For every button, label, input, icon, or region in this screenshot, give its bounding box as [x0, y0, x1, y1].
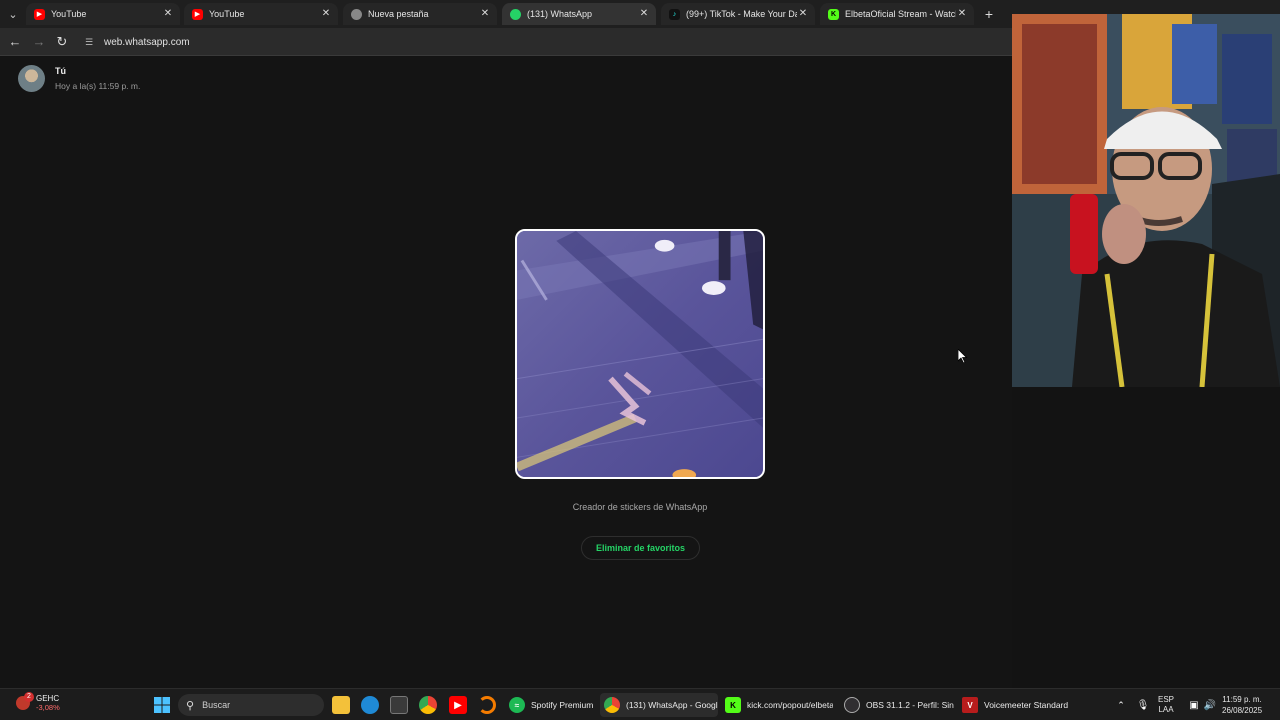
tab-new-tab[interactable]: Nueva pestaña ✕	[343, 3, 497, 25]
sender-name: Tú	[55, 66, 66, 76]
tab-search-chevron-icon[interactable]: ⌄	[4, 5, 22, 23]
close-icon[interactable]: ✕	[162, 8, 174, 20]
tab-title: ElbetaOficial Stream - Watch Li	[845, 9, 956, 19]
notification-badge: 2	[24, 692, 34, 702]
file-explorer-icon[interactable]	[332, 696, 350, 714]
microphone-icon[interactable]: 🎙	[1134, 696, 1152, 714]
app-label: OBS 31.1.2 - Perfil: Sin Tí	[866, 700, 954, 710]
obs-icon	[844, 697, 860, 713]
kick-icon: K	[725, 697, 741, 713]
search-placeholder: Buscar	[202, 700, 231, 710]
volume-icon[interactable]: 🔊	[1201, 696, 1219, 714]
tab-title: (99+) TikTok - Make Your Day	[686, 9, 797, 19]
windows-taskbar: 2 GEHC -3,08% ⚲ Buscar ▶ ≈ Spotify Premi…	[0, 688, 1280, 720]
search-icon: ⚲	[186, 699, 195, 712]
webcam-overlay	[1012, 14, 1280, 387]
taskbar-app-voicemeeter[interactable]: V Voicemeeter Standard	[958, 693, 1070, 717]
taskbar-app-chrome-whatsapp[interactable]: (131) WhatsApp - Googl	[600, 693, 718, 717]
stock-ticker: GEHC	[36, 694, 60, 703]
screen: ⌄ ▶ YouTube ✕ ▶ YouTube ✕ Nueva pestaña …	[0, 0, 1280, 720]
app-label: Spotify Premium	[531, 700, 594, 710]
mouse-cursor-icon	[958, 349, 968, 363]
url-text: web.whatsapp.com	[104, 36, 190, 48]
taskbar-app-kick[interactable]: K kick.com/popout/elbeta	[721, 693, 833, 717]
close-icon[interactable]: ✕	[479, 8, 491, 20]
avatar[interactable]	[18, 65, 45, 92]
message-timestamp: Hoy a la(s) 11:59 p. m.	[55, 81, 141, 91]
tab-tiktok[interactable]: ♪ (99+) TikTok - Make Your Day ✕	[661, 3, 815, 25]
youtube-icon[interactable]: ▶	[449, 696, 467, 714]
app-label: kick.com/popout/elbeta	[747, 700, 833, 710]
youtube-icon: ▶	[192, 8, 203, 20]
tab-whatsapp[interactable]: (131) WhatsApp ✕	[502, 3, 656, 25]
whatsapp-media-viewer: Tú Hoy a la(s) 11:59 p. m. Creador de st…	[0, 57, 1012, 688]
stock-change: -3,08%	[36, 703, 60, 712]
sticker-caption: Creador de stickers de WhatsApp	[572, 502, 708, 512]
sticker-picture	[517, 231, 763, 477]
taskbar-app-obs[interactable]: OBS 31.1.2 - Perfil: Sin Tí	[840, 693, 954, 717]
remove-favorite-button[interactable]: Eliminar de favoritos	[581, 536, 700, 560]
clock-time: 11:59 p. m.	[1222, 695, 1262, 704]
address-bar[interactable]: ☰ web.whatsapp.com	[82, 32, 982, 52]
app-label: (131) WhatsApp - Googl	[626, 700, 718, 710]
clock-date: 26/08/2025	[1222, 706, 1263, 715]
sticker-image	[515, 229, 765, 479]
keyboard-layout: LAA	[1158, 705, 1174, 714]
forward-arrow-icon[interactable]: →	[30, 33, 48, 51]
chrome-icon	[604, 697, 620, 713]
edge-icon[interactable]	[361, 696, 379, 714]
tab-youtube-1[interactable]: ▶ YouTube ✕	[26, 3, 180, 25]
close-icon[interactable]: ✕	[638, 8, 650, 20]
close-icon[interactable]: ✕	[797, 8, 809, 20]
tab-youtube-2[interactable]: ▶ YouTube ✕	[184, 3, 338, 25]
language-code: ESP	[1158, 695, 1175, 704]
new-tab-button[interactable]: +	[980, 5, 998, 23]
message-sender-info: Tú Hoy a la(s) 11:59 p. m.	[18, 65, 140, 92]
whatsapp-icon	[510, 8, 521, 20]
browser-toolbar: ← → ↻ ☰ web.whatsapp.com	[0, 28, 1012, 56]
crescent-app-icon[interactable]	[478, 696, 496, 714]
close-icon[interactable]: ✕	[320, 8, 332, 20]
chevron-up-icon[interactable]: ⌃	[1112, 696, 1130, 714]
close-icon[interactable]: ✕	[956, 8, 968, 20]
spotify-icon: ≈	[509, 697, 525, 713]
tab-title: Nueva pestaña	[368, 9, 429, 19]
keyboard-language[interactable]: ESP LAA	[1158, 695, 1174, 715]
youtube-icon: ▶	[34, 8, 45, 20]
site-info-icon[interactable]: ☰	[82, 35, 96, 49]
chrome-icon	[351, 8, 362, 20]
taskbar-search-input[interactable]: ⚲ Buscar	[178, 694, 324, 716]
windows-start-icon[interactable]	[153, 696, 171, 714]
webcam-feed	[1012, 14, 1280, 387]
back-arrow-icon[interactable]: ←	[6, 33, 24, 51]
system-clock[interactable]: 11:59 p. m. 26/08/2025	[1222, 694, 1262, 716]
kick-icon: K	[828, 8, 839, 20]
stock-icon: 2	[16, 692, 34, 710]
chrome-icon[interactable]	[419, 696, 437, 714]
tab-title: YouTube	[209, 9, 245, 19]
voicemeeter-icon: V	[962, 697, 978, 713]
tab-title: (131) WhatsApp	[527, 9, 593, 19]
tab-title: YouTube	[51, 9, 87, 19]
taskbar-app-spotify[interactable]: ≈ Spotify Premium	[505, 693, 597, 717]
stock-widget[interactable]: 2 GEHC -3,08%	[16, 692, 60, 712]
tiktok-icon: ♪	[669, 8, 680, 20]
app-label: Voicemeeter Standard	[984, 700, 1069, 710]
store-icon[interactable]	[390, 696, 408, 714]
tab-kick-stream[interactable]: K ElbetaOficial Stream - Watch Li ✕	[820, 3, 974, 25]
reload-icon[interactable]: ↻	[53, 33, 71, 51]
